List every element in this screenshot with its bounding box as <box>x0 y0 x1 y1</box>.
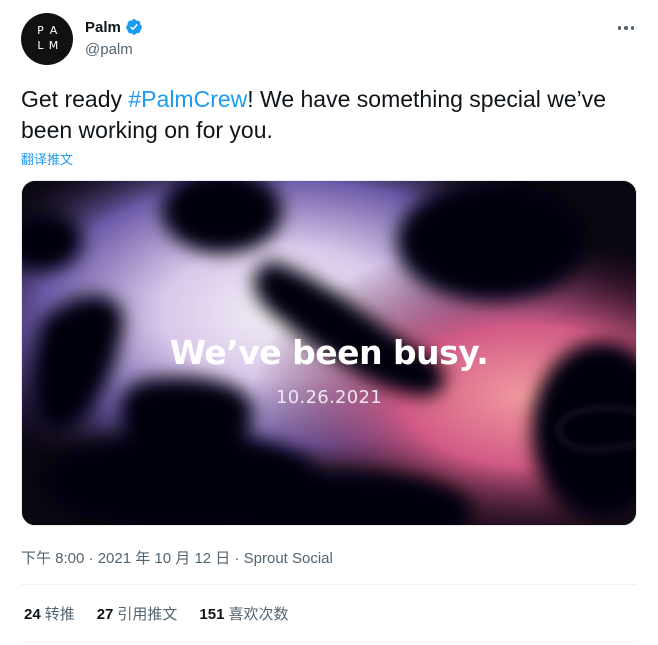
avatar-letter: A <box>49 24 58 37</box>
like-label: 喜欢次数 <box>228 606 289 623</box>
meta-separator: · <box>230 550 244 567</box>
hashtag-link[interactable]: #PalmCrew <box>128 86 247 112</box>
like-count: 151 <box>199 606 225 623</box>
tweet-metadata: 下午 8:00 · 2021 年 10 月 12 日 · Sprout Soci… <box>21 547 333 568</box>
more-options-icon[interactable] <box>614 16 638 40</box>
media-headline: We’ve been busy. <box>169 333 489 372</box>
engagement-stats: 24 转推 27 引用推文 151 喜欢次数 <box>24 603 288 624</box>
author-handle[interactable]: @palm <box>85 41 133 58</box>
retweet-label: 转推 <box>44 606 75 623</box>
author-name-row: Palm <box>85 18 143 36</box>
tweet-time[interactable]: 下午 8:00 <box>21 550 84 567</box>
meta-separator: · <box>84 550 98 567</box>
tweet-text: Get ready #PalmCrew! We have something s… <box>21 84 621 146</box>
author-display-name[interactable]: Palm <box>85 19 121 36</box>
tweet-source-link[interactable]: Sprout Social <box>244 550 333 567</box>
tweet-date[interactable]: 2021 年 10 月 12 日 <box>98 550 231 567</box>
tweet-text-start: Get ready <box>21 86 129 112</box>
tweet-media-image[interactable]: We’ve been busy. 10.26.2021 <box>21 180 637 526</box>
retweets-stat[interactable]: 24 转推 <box>24 603 75 624</box>
divider <box>21 584 637 585</box>
verified-badge-icon <box>125 19 142 35</box>
quote-tweet-count: 27 <box>96 606 114 623</box>
avatar-letter: P <box>37 24 44 37</box>
likes-stat[interactable]: 151 喜欢次数 <box>199 603 288 624</box>
avatar-letter: M <box>48 39 59 52</box>
avatar[interactable]: P A L M <box>21 13 73 65</box>
divider <box>21 641 637 642</box>
translate-tweet-link[interactable]: 翻译推文 <box>21 149 73 168</box>
avatar-letter: L <box>37 39 44 52</box>
quote-tweets-stat[interactable]: 27 引用推文 <box>97 603 178 624</box>
quote-tweet-label: 引用推文 <box>117 606 178 623</box>
retweet-count: 24 <box>24 606 41 623</box>
media-date: 10.26.2021 <box>275 387 383 408</box>
tweet-card: P A L M Palm @palm Get ready #PalmCrew! … <box>0 0 658 645</box>
